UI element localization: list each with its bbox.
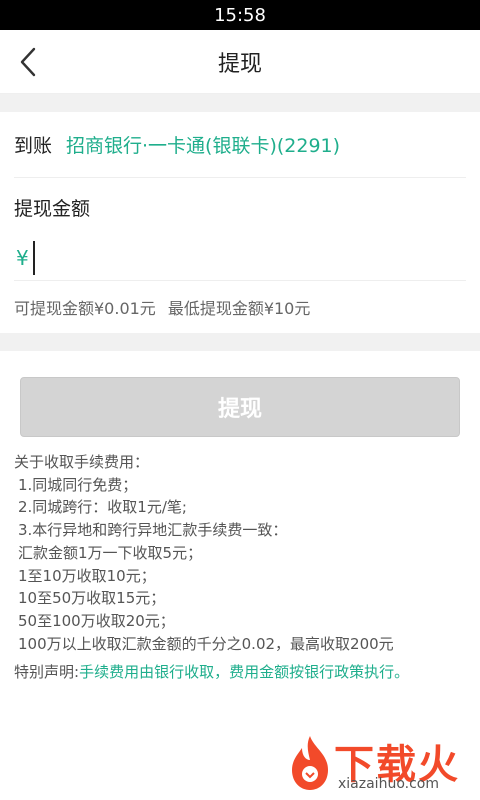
watermark-url: xiazaihuo.com [338,776,439,792]
declaration: 特别声明:手续费用由银行收取，费用金额按银行政策执行。 [14,661,466,684]
chevron-left-icon [20,47,36,77]
button-wrap: 提现 [0,351,480,437]
fee-note-item: 1至10万收取10元； [18,566,156,585]
amount-hints: 可提现金额¥0.01元 最低提现金额¥10元 [14,281,466,333]
flame-logo-icon [292,736,328,790]
status-bar: 15:58 [0,0,480,30]
back-button[interactable] [16,46,40,78]
nav-bar: 提现 [0,30,480,94]
withdraw-form: 到账 招商银行·一卡通(银联卡)(2291) 提现金额 ¥ 可提现金额¥0.01… [0,112,480,333]
fee-note-item: 2.同城跨行：收取1元/笔; [18,498,187,517]
fee-note-item: 3.本行异地和跨行异地汇款手续费一致： [18,521,288,540]
account-value[interactable]: 招商银行·一卡通(银联卡)(2291) [66,131,340,158]
amount-input-caret[interactable] [32,241,35,275]
currency-symbol: ¥ [16,246,29,270]
minimum-amount-hint: 最低提现金额¥10元 [167,299,311,318]
account-label: 到账 [14,135,53,157]
amount-title: 提现金额 [14,197,91,220]
amount-input-row[interactable]: ¥ [14,236,466,281]
withdraw-button[interactable]: 提现 [20,377,460,437]
amount-title-row: 提现金额 [14,178,466,236]
fee-note-item: 50至100万收取20元； [18,611,175,630]
declaration-label: 特别声明: [14,663,80,682]
page-title: 提现 [217,51,262,77]
fee-note-item: 100万以上收取汇款金额的千分之0.02，最高收取200元 [18,634,394,653]
fee-notes-heading: 关于收取手续费用： [14,453,150,471]
account-row[interactable]: 到账 招商银行·一卡通(银联卡)(2291) [14,112,466,178]
watermark-logo: 下载火 xiazaihuo.com [284,732,472,794]
fee-note-item: 10至50万收取15元； [18,589,166,608]
fee-note-item: 1.同城同行免费； [18,475,138,494]
section-gap [0,333,480,351]
section-gap [0,94,480,112]
declaration-text: 手续费用由银行收取，费用金额按银行政策执行。 [79,663,410,682]
fee-note-item: 汇款金额1万一下收取5元； [18,543,203,562]
available-amount-hint: 可提现金额¥0.01元 [14,299,156,318]
status-time: 15:58 [214,4,266,26]
fee-notes: 关于收取手续费用： 1.同城同行免费； 2.同城跨行：收取1元/笔; 3.本行异… [0,437,480,684]
